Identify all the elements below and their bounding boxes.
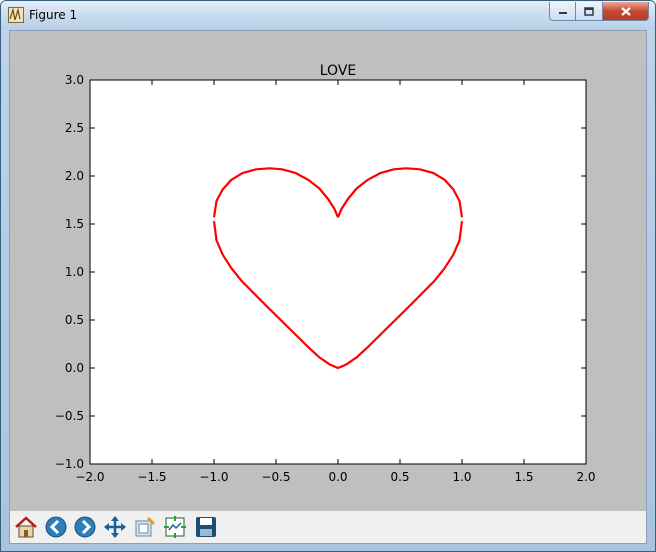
window-title: Figure 1 — [29, 8, 78, 22]
forward-button[interactable] — [72, 514, 98, 540]
chart-title: LOVE — [320, 63, 357, 79]
close-button[interactable] — [603, 2, 649, 21]
figure-window: Figure 1 −2.0 −1.5 −1.0 −0.5 0.0 0.5 1.0 1.5 2.0… — [0, 0, 656, 552]
floppy-disk-icon — [196, 517, 216, 537]
subplots-icon — [164, 516, 186, 538]
y-tick-label: −1.0 — [55, 457, 84, 471]
y-tick-label: 2.0 — [65, 169, 84, 183]
minimize-button[interactable] — [549, 2, 576, 21]
subplots-button[interactable] — [162, 514, 188, 540]
x-tick-label: −1.5 — [137, 470, 166, 484]
y-tick-label: 1.5 — [65, 217, 84, 231]
y-tick-label: 1.0 — [65, 265, 84, 279]
back-button[interactable] — [43, 514, 69, 540]
maximize-icon — [584, 6, 594, 16]
home-button[interactable] — [13, 514, 39, 540]
x-tick-label: 0.0 — [328, 470, 347, 484]
maximize-button[interactable] — [576, 2, 603, 21]
plot-canvas[interactable]: −2.0 −1.5 −1.0 −0.5 0.0 0.5 1.0 1.5 2.0 −1.0 −0.5 0… — [10, 31, 646, 511]
forward-arrow-icon — [74, 516, 96, 538]
x-tick-label: 1.5 — [514, 470, 533, 484]
back-arrow-icon — [45, 516, 67, 538]
y-tick-label: −0.5 — [55, 409, 84, 423]
minimize-icon — [558, 12, 567, 14]
y-tick-label: 3.0 — [65, 73, 84, 87]
close-icon — [620, 6, 631, 16]
navigation-toolbar — [10, 511, 646, 543]
x-tick-label: −2.0 — [75, 470, 104, 484]
zoom-rect-icon — [135, 516, 156, 537]
x-tick-label: 0.5 — [390, 470, 409, 484]
x-tick-label: −0.5 — [261, 470, 290, 484]
x-tick-label: 2.0 — [576, 470, 595, 484]
x-tick-label: −1.0 — [199, 470, 228, 484]
zoom-button[interactable] — [132, 514, 158, 540]
y-tick-label: 0.0 — [65, 361, 84, 375]
pan-button[interactable] — [102, 514, 128, 540]
title-bar[interactable]: Figure 1 — [1, 1, 655, 30]
save-button[interactable] — [193, 514, 219, 540]
y-tick-label: 2.5 — [65, 121, 84, 135]
axes-background — [90, 80, 586, 464]
home-icon — [15, 516, 37, 538]
y-tick-label: 0.5 — [65, 313, 84, 327]
figure-app-icon — [8, 7, 24, 23]
x-tick-label: 1.0 — [452, 470, 471, 484]
figure-canvas-area: −2.0 −1.5 −1.0 −0.5 0.0 0.5 1.0 1.5 2.0 −1.0 −0.5 0… — [9, 30, 647, 544]
move-icon — [104, 516, 126, 538]
